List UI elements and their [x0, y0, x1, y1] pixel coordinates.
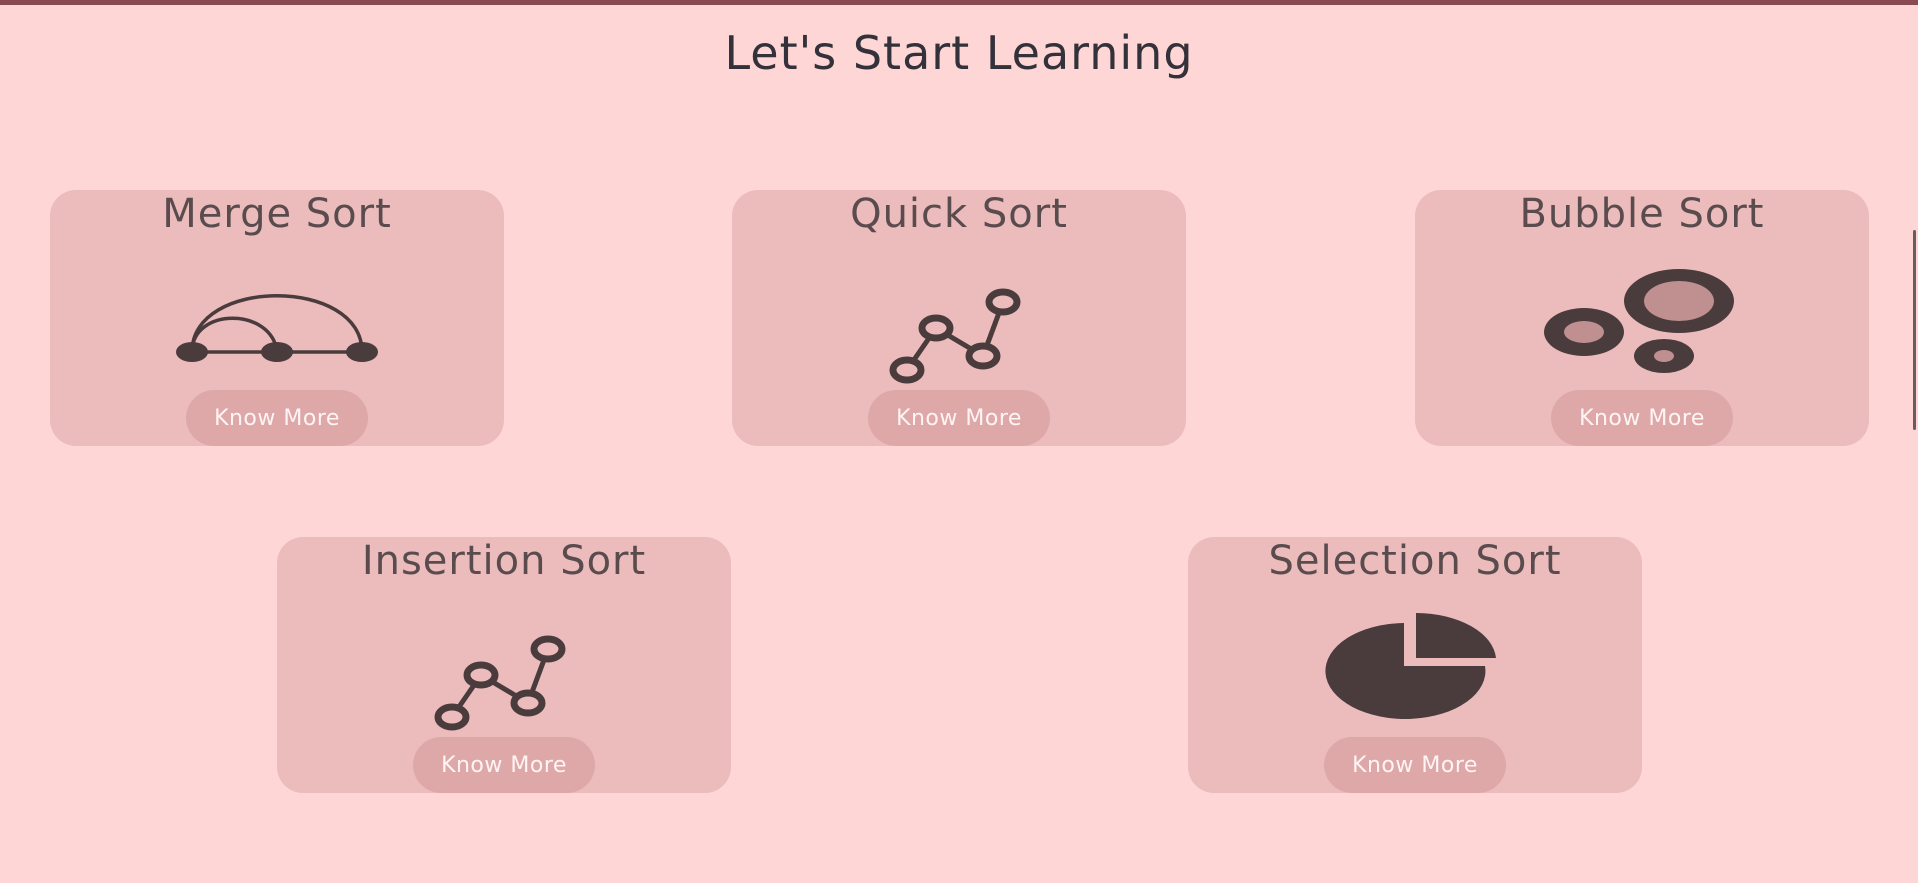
card-selection-sort: Selection Sort Know More [1188, 537, 1642, 793]
scrollbar[interactable] [1904, 0, 1918, 883]
card-merge-sort: Merge Sort Know More [50, 190, 504, 446]
card-insertion-sort: Insertion Sort Know More [277, 537, 731, 793]
know-more-button[interactable]: Know More [413, 737, 595, 793]
card-quick-sort: Quick Sort Know More [732, 190, 1186, 446]
bubbles-icon [1542, 268, 1742, 382]
know-more-button[interactable]: Know More [186, 390, 368, 446]
card-title: Selection Sort [1268, 538, 1562, 584]
line-graph-icon [429, 635, 579, 739]
scrollbar-thumb[interactable] [1913, 230, 1916, 430]
know-more-button[interactable]: Know More [1324, 737, 1506, 793]
page-title: Let's Start Learning [724, 26, 1194, 80]
card-bubble-sort: Bubble Sort Know More [1415, 190, 1869, 446]
card-title: Quick Sort [850, 191, 1068, 237]
card-title: Merge Sort [162, 191, 392, 237]
top-bar [0, 0, 1918, 5]
card-title: Insertion Sort [361, 538, 647, 584]
line-graph-icon [884, 288, 1034, 392]
merge-sort-arc-icon [172, 282, 382, 376]
know-more-button[interactable]: Know More [1551, 390, 1733, 446]
know-more-button[interactable]: Know More [868, 390, 1050, 446]
card-title: Bubble Sort [1519, 191, 1765, 237]
pie-chart-icon [1320, 611, 1510, 725]
